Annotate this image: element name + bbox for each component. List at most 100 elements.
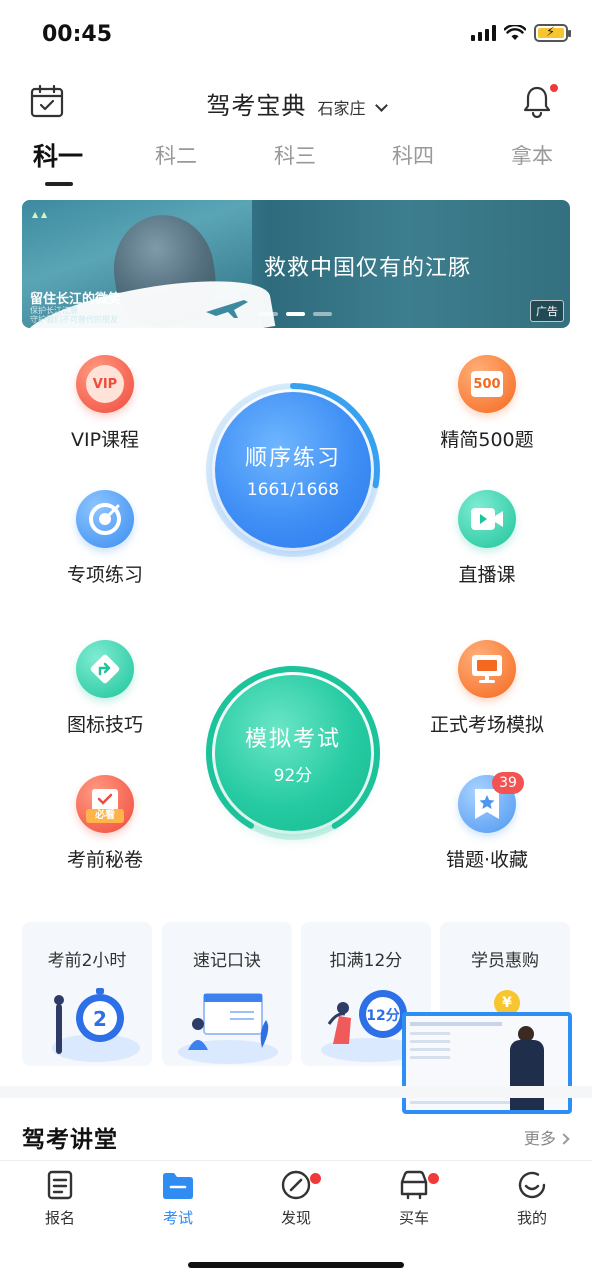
presenter-body	[510, 1040, 544, 1110]
status-time: 00:45	[42, 22, 113, 47]
tab-ke1[interactable]: 科一	[33, 137, 83, 173]
video-line	[410, 1032, 450, 1035]
jingjian-500-label: 精简500题	[440, 429, 534, 451]
discover-notification-dot	[310, 1173, 321, 1184]
quick-card-2-hours[interactable]: 考前2小时 2	[22, 922, 152, 1066]
nav-label: 买车	[398, 1209, 429, 1227]
status-bar: 00:45 ⚡	[0, 0, 592, 70]
ad-tag: 广告	[530, 300, 564, 322]
app-header: 驾考宝典 石家庄	[0, 76, 592, 126]
tab-ke4[interactable]: 科四	[392, 140, 434, 170]
section-title: 驾考讲堂	[22, 1127, 118, 1153]
secret-paper-icon: 必看	[76, 775, 134, 833]
wrong-and-favorites-label: 错题·收藏	[445, 849, 529, 871]
special-practice-label: 专项练习	[66, 564, 143, 586]
banner-title: 救救中国仅有的江豚	[264, 256, 472, 281]
banner-dot[interactable]	[259, 312, 278, 316]
nav-label: 考试	[162, 1209, 193, 1227]
video-line	[410, 1048, 450, 1051]
airplane-icon	[206, 300, 248, 318]
practice-title: 顺序练习	[244, 446, 341, 471]
live-course-button[interactable]: 直播课	[412, 490, 562, 587]
pre-exam-secret-button[interactable]: 必看 考前秘卷	[30, 775, 180, 872]
vip-icon-text: VIP	[92, 376, 118, 392]
sign-skills-label: 图标技巧	[66, 714, 143, 736]
ad-banner[interactable]: ▲ ▲ 留住长江的微笑 保护长江江豚 守护我们不可替代的朋友 救救中国仅有的江豚…	[22, 200, 570, 328]
banner-left-title: 留住长江的微笑	[30, 292, 122, 307]
monitor-icon	[458, 640, 516, 698]
more-link[interactable]: 更多	[523, 1125, 570, 1149]
exam-title: 模拟考试	[244, 726, 341, 752]
nav-item-signup[interactable]: 报名	[20, 1169, 100, 1228]
city-selector[interactable]: 石家庄	[317, 99, 365, 118]
stopwatch-number: 2	[93, 1007, 107, 1031]
section-divider	[0, 1086, 592, 1098]
sequential-practice-button[interactable]: 顺序练习 1661/1668	[203, 380, 383, 560]
jingjian-500-button[interactable]: 500 精简500题	[412, 355, 562, 452]
nav-label: 我的	[516, 1209, 547, 1227]
vip-course-label: VIP课程	[70, 429, 140, 451]
notification-dot	[548, 82, 560, 94]
status-icons: ⚡	[471, 24, 571, 42]
nav-item-mine[interactable]: 我的	[492, 1169, 572, 1228]
quick-card-title: 速记口诀	[193, 951, 261, 971]
video-line	[410, 1056, 450, 1059]
sign-skills-button[interactable]: 图标技巧	[30, 640, 180, 737]
nav-item-buy-car[interactable]: 买车	[374, 1169, 454, 1228]
quick-card-title: 考前2小时	[47, 951, 127, 971]
app-title: 驾考宝典	[206, 92, 307, 120]
vip-course-button[interactable]: VIP VIP课程	[30, 355, 180, 452]
mock-exam-button[interactable]: 模拟考试 92分	[203, 663, 383, 843]
practice-progress-text: 1661/1668	[246, 480, 340, 500]
formal-exam-sim-button[interactable]: 正式考场模拟	[412, 640, 562, 737]
live-course-label: 直播课	[458, 564, 516, 586]
car-icon	[400, 1170, 428, 1200]
compass-icon	[281, 1170, 311, 1200]
banner-logo: ▲ ▲	[32, 210, 48, 219]
banner-dot-active[interactable]	[286, 312, 305, 316]
road-sign-icon	[76, 640, 134, 698]
banner-left-subtitle: 保护长江江豚 守护我们不可替代的朋友	[30, 306, 118, 324]
video-camera-icon	[458, 490, 516, 548]
nav-item-exam[interactable]: 考试	[138, 1169, 218, 1228]
wrong-count-badge: 39	[492, 772, 524, 794]
target-icon	[76, 490, 134, 548]
500-icon-text: 500	[473, 376, 501, 392]
stopwatch-illustration: 2	[52, 988, 140, 1062]
quick-card-mnemonic[interactable]: 速记口诀	[162, 922, 292, 1066]
battery-icon: ⚡	[534, 24, 571, 42]
tab-indicator	[45, 182, 73, 186]
special-practice-button[interactable]: 专项练习	[30, 490, 180, 587]
banner-pagination	[259, 312, 332, 316]
wifi-icon	[504, 25, 526, 40]
buy-car-notification-dot	[428, 1173, 439, 1184]
banner-dot[interactable]	[313, 312, 332, 316]
must-see-tag: 必看	[86, 809, 124, 823]
banner-sub-line-2: 守护我们不可替代的朋友	[30, 315, 118, 324]
chevron-right-icon	[558, 1133, 570, 1145]
formal-exam-sim-label: 正式考场模拟	[429, 714, 544, 736]
reading-illustration	[178, 993, 278, 1064]
500-questions-icon: 500	[458, 355, 516, 413]
nav-item-discover[interactable]: 发现	[256, 1169, 336, 1228]
practice-circle: 顺序练习 1661/1668	[215, 392, 371, 548]
tab-naben[interactable]: 拿本	[511, 140, 553, 170]
nav-label: 报名	[44, 1209, 75, 1227]
wrong-and-favorites-button[interactable]: 39 错题·收藏	[412, 772, 562, 872]
tab-ke2[interactable]: 科二	[155, 140, 197, 170]
quick-card-title: 学员惠购	[471, 951, 539, 971]
quick-card-title: 扣满12分	[329, 951, 403, 971]
home-indicator[interactable]	[188, 1262, 404, 1268]
floating-video-player[interactable]	[402, 1012, 572, 1114]
subject-tabs: 科一 科二 科三 科四 拿本	[0, 140, 592, 190]
more-label: 更多	[523, 1129, 556, 1148]
chevron-down-icon[interactable]	[374, 99, 388, 112]
smile-face-icon	[518, 1171, 546, 1199]
tab-ke3[interactable]: 科三	[274, 140, 316, 170]
12-points-text: 12分	[366, 1008, 399, 1024]
cellular-signal-icon	[471, 25, 496, 41]
document-list-icon	[47, 1170, 73, 1200]
pre-exam-secret-label: 考前秘卷	[66, 849, 143, 871]
folder-icon	[163, 1173, 193, 1199]
exam-score-text: 92分	[273, 765, 313, 786]
